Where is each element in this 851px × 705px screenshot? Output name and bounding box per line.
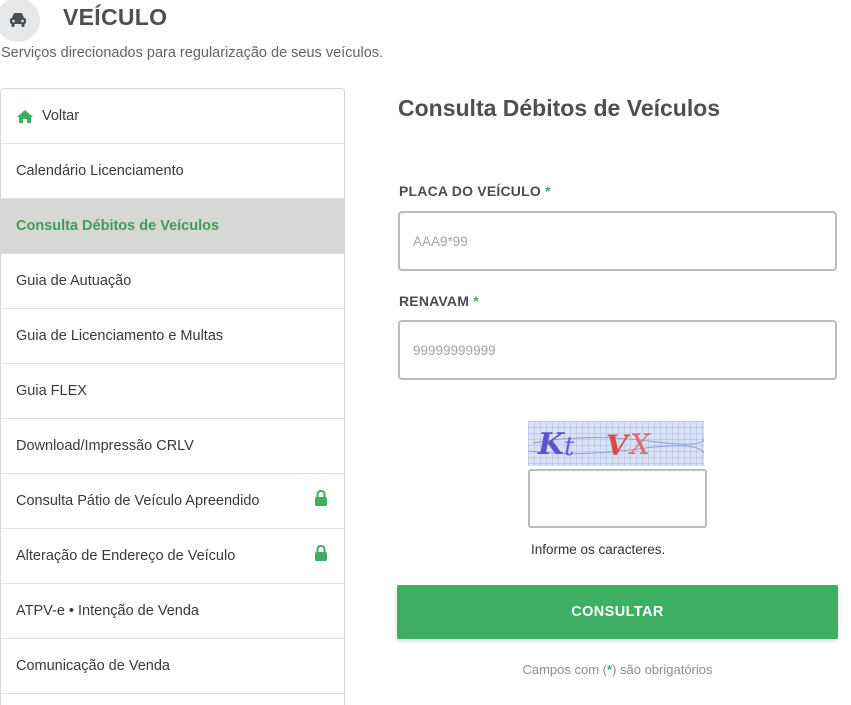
renavam-label-text: RENAVAM xyxy=(399,293,470,309)
sidebar-item-label: Guia FLEX xyxy=(16,383,87,399)
placa-input[interactable] xyxy=(398,211,837,271)
home-icon xyxy=(16,109,34,124)
captcha-char: K xyxy=(537,427,566,462)
captcha-char: V xyxy=(606,429,631,462)
sidebar-menu: Voltar Calendário Licenciamento Consulta… xyxy=(0,88,345,705)
sidebar-item-guia-licenciamento-multas[interactable]: Guia de Licenciamento e Multas xyxy=(1,309,344,364)
captcha-input[interactable] xyxy=(528,469,707,528)
captcha-char: t xyxy=(564,432,575,462)
consultar-button[interactable]: CONSULTAR xyxy=(397,585,838,639)
sidebar-item-label: Calendário Licenciamento xyxy=(16,163,184,179)
renavam-input[interactable] xyxy=(398,320,837,380)
required-mark: * xyxy=(545,183,551,199)
sidebar-item-alteracao-endereco[interactable]: Alteração de Endereço de Veículo xyxy=(1,529,344,584)
sidebar-item-consulta-patio[interactable]: Consulta Pátio de Veículo Apreendido xyxy=(1,474,344,529)
sidebar-item-label: Guia de Autuação xyxy=(16,273,132,289)
car-icon xyxy=(0,0,40,42)
page-subtitle: Serviços direcionados para regularização… xyxy=(1,45,384,61)
required-fields-note: Campos com (*) são obrigatórios xyxy=(397,662,838,677)
sidebar-item-calendario-licenciamento[interactable]: Calendário Licenciamento xyxy=(1,144,344,199)
sidebar-item-voltar[interactable]: Voltar xyxy=(1,89,344,144)
sidebar-item-label: Consulta Débitos de Veículos xyxy=(16,218,220,234)
captcha-hint: Informe os caracteres. xyxy=(531,542,666,557)
sidebar-item-download-crlv[interactable]: Download/Impressão CRLV xyxy=(1,419,344,474)
captcha-char: X xyxy=(628,428,651,461)
required-mark: * xyxy=(473,293,479,309)
sidebar-item-label: Download/Impressão CRLV xyxy=(16,438,194,454)
sidebar-item-label: Comunicação de Venda xyxy=(16,658,170,674)
footnote-suffix: ) são obrigatórios xyxy=(612,662,713,677)
form-title: Consulta Débitos de Veículos xyxy=(398,95,721,121)
page-title: VEÍCULO xyxy=(63,4,168,30)
sidebar-item-label: Alteração de Endereço de Veículo xyxy=(16,548,236,564)
sidebar-item-label: Voltar xyxy=(42,108,80,124)
sidebar-item-consulta-debitos[interactable]: Consulta Débitos de Veículos xyxy=(1,199,344,254)
sidebar-item-guia-flex[interactable]: Guia FLEX xyxy=(1,364,344,419)
page-header: VEÍCULO xyxy=(0,0,851,42)
sidebar-item-label: Guia de Licenciamento e Multas xyxy=(16,328,224,344)
sidebar-item-label: Consulta Pátio de Veículo Apreendido xyxy=(16,493,260,509)
placa-label-text: PLACA DO VEÍCULO xyxy=(399,183,541,199)
captcha-image: K t V X xyxy=(527,421,705,466)
placa-label: PLACA DO VEÍCULO * xyxy=(399,183,551,199)
sidebar-item-guia-autuacao[interactable]: Guia de Autuação xyxy=(1,254,344,309)
footnote-prefix: Campos com ( xyxy=(522,662,607,677)
lock-icon xyxy=(314,544,328,566)
sidebar-item-label: ATPV-e • Intenção de Venda xyxy=(16,603,199,619)
sidebar-item-atpv-intencao-venda[interactable]: ATPV-e • Intenção de Venda xyxy=(1,584,344,639)
sidebar-item-comunicacao-venda[interactable]: Comunicação de Venda xyxy=(1,639,344,694)
lock-icon xyxy=(314,489,328,511)
renavam-label: RENAVAM * xyxy=(399,293,479,309)
